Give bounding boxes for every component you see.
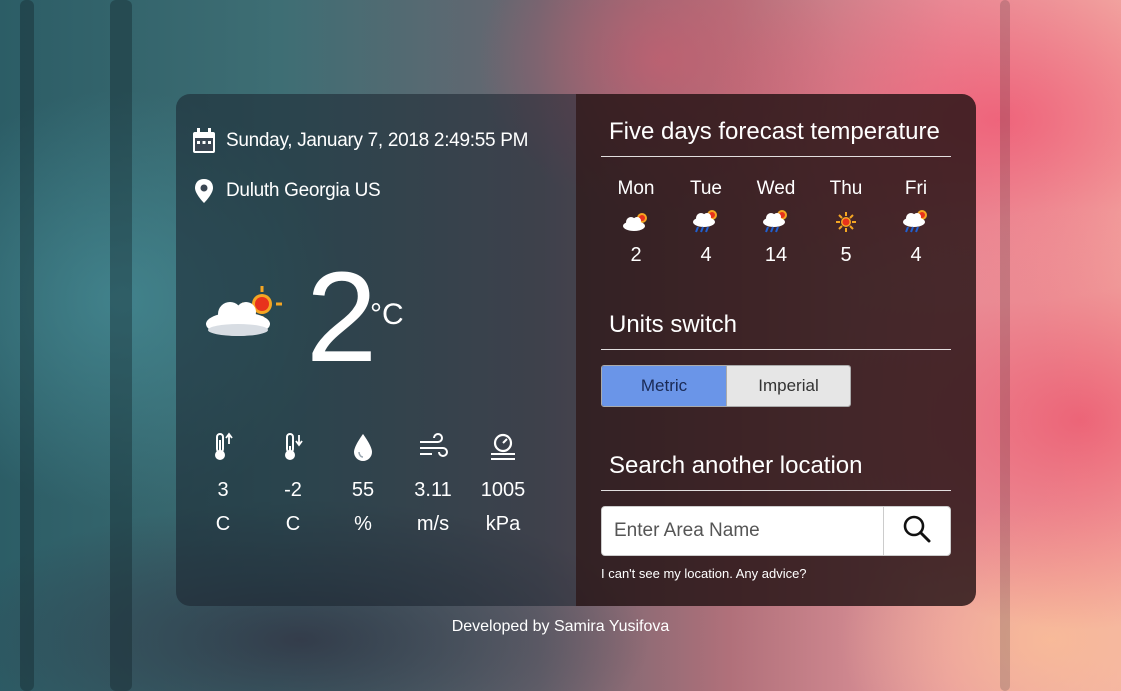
wind-icon: [418, 432, 448, 467]
day-name: Tue: [689, 178, 723, 199]
forecast-day: Fri 4: [881, 178, 951, 267]
day-name: Mon: [617, 178, 655, 199]
current-location: Duluth Georgia US: [226, 180, 381, 201]
stat-unit: C: [215, 513, 231, 535]
stat-unit: %: [354, 513, 372, 535]
day-temp: 5: [840, 244, 852, 266]
temperature-unit: °C: [370, 298, 404, 331]
stat-unit: m/s: [416, 513, 450, 535]
forecast-day: Thu 5: [811, 178, 881, 267]
forecast-day: Mon 2: [601, 178, 671, 267]
units-divider: [601, 349, 951, 350]
search-icon: [902, 514, 932, 549]
stat-value: 3.11: [414, 479, 452, 501]
current-datetime: Sunday, January 7, 2018 2:49:55 PM: [226, 130, 529, 151]
day-temp: 2: [630, 244, 642, 266]
forecast-divider: [601, 156, 951, 157]
day-name: Wed: [756, 178, 796, 199]
day-temp: 4: [700, 244, 712, 266]
weather-stats: 3 C -2 C 55 % 3.11 m/s 1005 kPa: [188, 432, 538, 536]
day-temp: 14: [764, 244, 788, 266]
rain-cloud-sun-icon: [761, 208, 791, 236]
background-tree-trunk: [110, 0, 132, 691]
imperial-button[interactable]: Imperial: [726, 366, 850, 406]
rain-cloud-sun-icon: [691, 208, 721, 236]
datetime-row: Sunday, January 7, 2018 2:49:55 PM: [192, 128, 528, 154]
day-name: Fri: [904, 178, 928, 199]
pressure-gauge-icon: [488, 432, 518, 467]
cloud-sun-icon: [202, 286, 284, 343]
search-button[interactable]: [883, 507, 950, 555]
current-temperature: 2: [306, 246, 378, 389]
current-weather-panel: Sunday, January 7, 2018 2:49:55 PM Dulut…: [176, 94, 576, 606]
search-divider: [601, 490, 951, 491]
stat-value: 55: [351, 479, 375, 501]
day-temp: 4: [910, 244, 922, 266]
stat-value: -2: [284, 479, 302, 501]
search-bar: [601, 506, 951, 556]
stat-humidity: 55 %: [328, 432, 398, 536]
forecast-day: Wed 14: [741, 178, 811, 267]
background-tree-trunk: [1000, 0, 1010, 691]
metric-button[interactable]: Metric: [602, 366, 726, 406]
location-row: Duluth Georgia US: [192, 178, 381, 204]
stat-min-temp: -2 C: [258, 432, 328, 536]
stat-wind: 3.11 m/s: [398, 432, 468, 536]
stat-value: 1005: [480, 479, 526, 501]
rain-cloud-sun-icon: [901, 208, 931, 236]
units-title: Units switch: [609, 311, 738, 338]
humidity-drop-icon: [351, 432, 375, 467]
forecast-days: Mon 2 Tue 4 Wed 14 Thu 5 Fri 4: [601, 178, 951, 267]
search-input[interactable]: [602, 507, 883, 555]
stat-unit: kPa: [485, 513, 521, 535]
weather-widget: Sunday, January 7, 2018 2:49:55 PM Dulut…: [176, 94, 976, 606]
stat-max-temp: 3 C: [188, 432, 258, 536]
thermometer-up-icon: [211, 432, 235, 467]
search-title: Search another location: [609, 452, 863, 479]
forecast-day: Tue 4: [671, 178, 741, 267]
day-name: Thu: [829, 178, 863, 199]
location-advice-link[interactable]: I can't see my location. Any advice?: [601, 566, 807, 581]
background-tree-trunk: [20, 0, 34, 691]
location-pin-icon: [192, 178, 216, 204]
thermometer-down-icon: [281, 432, 305, 467]
cloud-sun-icon: [621, 208, 651, 236]
developer-credit: Developed by Samira Yusifova: [451, 618, 670, 635]
stat-unit: C: [285, 513, 301, 535]
forecast-title: Five days forecast temperature: [609, 118, 940, 145]
options-panel: Five days forecast temperature Mon 2 Tue…: [576, 94, 976, 606]
stat-pressure: 1005 kPa: [468, 432, 538, 536]
stat-value: 3: [217, 479, 229, 501]
sun-icon: [835, 208, 857, 236]
units-switch: Metric Imperial: [601, 365, 851, 407]
calendar-icon: [192, 128, 216, 154]
